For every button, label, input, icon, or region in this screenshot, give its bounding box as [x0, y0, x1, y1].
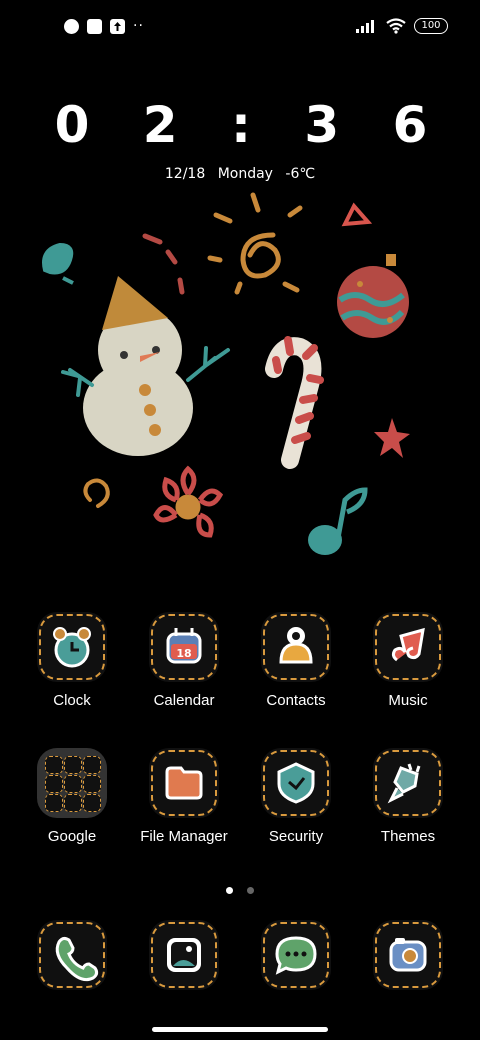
more-notifications-icon: ··: [133, 18, 144, 34]
clock-date-line[interactable]: 12/18 Monday -6℃: [0, 166, 480, 182]
clock-weekday: Monday: [217, 166, 273, 182]
person-icon: [261, 612, 331, 682]
app-clock[interactable]: Clock: [16, 612, 128, 709]
notification-icons: ··: [64, 19, 144, 34]
sun-doodle: [207, 192, 303, 295]
app-notification-icon: [64, 19, 79, 34]
square-notification-icon: [87, 19, 102, 34]
brush-icon: [373, 748, 443, 818]
weather-temperature: -6℃: [285, 166, 316, 182]
app-label: Calendar: [153, 692, 215, 709]
alarm-clock-icon: [37, 612, 107, 682]
signal-icon: [356, 20, 374, 33]
app-contacts[interactable]: Contacts: [240, 612, 352, 709]
splash-doodle: [42, 242, 74, 285]
flower-doodle: [153, 465, 224, 538]
home-gesture-bar[interactable]: [152, 1027, 328, 1032]
app-security[interactable]: Security: [240, 748, 352, 845]
candy-cane-doodle: [265, 336, 324, 469]
app-label: Music: [388, 692, 428, 709]
page-dot[interactable]: [246, 887, 254, 894]
gallery-icon: [149, 920, 219, 990]
battery-indicator: 100: [414, 18, 448, 34]
app-calendar[interactable]: 18 Calendar: [128, 612, 240, 709]
app-file-manager[interactable]: File Manager: [128, 748, 240, 845]
christmas-wallpaper: [42, 192, 410, 555]
app-label: Google: [47, 828, 97, 845]
triangle-doodle: [341, 202, 373, 227]
dock-phone[interactable]: [16, 920, 128, 990]
phone-icon: [37, 920, 107, 990]
clock-date: 12/18: [164, 166, 206, 182]
calendar-icon: 18: [149, 612, 219, 682]
snowman-doodle: [61, 276, 230, 456]
shield-icon: [261, 748, 331, 818]
app-label: Themes: [380, 828, 436, 845]
calendar-date-badge: 18: [176, 647, 191, 660]
camera-icon: [373, 920, 443, 990]
swirl-doodle: [83, 478, 110, 508]
message-icon: [261, 920, 331, 990]
app-label: Security: [268, 828, 324, 845]
app-themes[interactable]: Themes: [352, 748, 464, 845]
status-bar: ·· 100: [0, 0, 480, 56]
music-note-doodle: [308, 487, 368, 555]
music-note-icon: [373, 612, 443, 682]
app-folder-google[interactable]: Google: [16, 748, 128, 845]
dock-camera[interactable]: [352, 920, 464, 990]
folder-icon: [37, 748, 107, 818]
app-music[interactable]: Music: [352, 612, 464, 709]
page-dot-active[interactable]: [226, 887, 234, 894]
clock-time[interactable]: 0 2 : 3 6: [0, 96, 480, 154]
system-icons: 100: [356, 18, 448, 34]
confetti-doodle: [142, 233, 185, 295]
app-label: Clock: [53, 692, 91, 709]
app-label: File Manager: [140, 828, 228, 845]
page-indicator[interactable]: [0, 879, 480, 898]
app-label: Contacts: [266, 692, 326, 709]
ornament-doodle: [337, 254, 409, 338]
star-doodle: [374, 418, 410, 458]
folder-icon: [149, 748, 219, 818]
dock-gallery[interactable]: [128, 920, 240, 990]
wifi-icon: [386, 18, 406, 34]
dock-messages[interactable]: [240, 920, 352, 990]
upload-notification-icon: [110, 19, 125, 34]
